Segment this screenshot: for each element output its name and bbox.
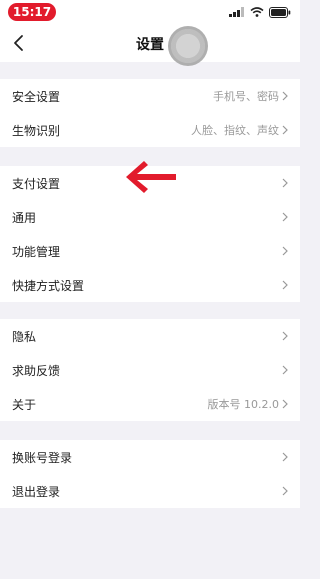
- signal-icon: [229, 7, 244, 17]
- logout-row[interactable]: 退出登录: [0, 474, 300, 508]
- privacy-row[interactable]: 隐私: [0, 319, 300, 353]
- switch-account-row[interactable]: 换账号登录: [0, 440, 300, 474]
- row-label: 退出登录: [12, 484, 61, 499]
- row-label: 隐私: [12, 329, 37, 344]
- chevron-right-icon: [282, 486, 288, 496]
- chevron-right-icon: [282, 125, 288, 135]
- status-icons: [229, 5, 291, 19]
- wifi-icon: [250, 7, 264, 17]
- chevron-right-icon: [282, 399, 288, 409]
- chevron-right-icon: [282, 452, 288, 462]
- touch-indicator: [168, 26, 208, 66]
- row-label: 通用: [12, 210, 37, 225]
- settings-section-about: 隐私 求助反馈 关于 版本号 10.2.0: [0, 319, 300, 421]
- row-label: 功能管理: [12, 244, 61, 259]
- general-row[interactable]: 通用: [0, 200, 300, 234]
- feature-management-row[interactable]: 功能管理: [0, 234, 300, 268]
- row-label: 求助反馈: [12, 363, 61, 378]
- bottom-blank-area: [0, 512, 300, 579]
- nav-bar: 设置: [0, 24, 300, 66]
- settings-section-account: 安全设置 手机号、密码 生物识别 人脸、指纹、声纹: [0, 79, 300, 147]
- row-label: 快捷方式设置: [12, 278, 85, 293]
- security-settings-row[interactable]: 安全设置 手机号、密码: [0, 79, 300, 113]
- battery-icon: [269, 6, 291, 18]
- red-arrow-icon: [126, 161, 176, 193]
- chevron-right-icon: [282, 331, 288, 341]
- chevron-right-icon: [282, 246, 288, 256]
- row-value: 手机号、密码: [213, 90, 279, 103]
- chevron-right-icon: [282, 365, 288, 375]
- row-value: 版本号 10.2.0: [207, 398, 279, 411]
- chevron-right-icon: [282, 178, 288, 188]
- help-feedback-row[interactable]: 求助反馈: [0, 353, 300, 387]
- chevron-right-icon: [282, 212, 288, 222]
- status-time: 15:17: [8, 3, 56, 21]
- row-label: 生物识别: [12, 123, 61, 138]
- biometrics-row[interactable]: 生物识别 人脸、指纹、声纹: [0, 113, 300, 147]
- row-value: 人脸、指纹、声纹: [191, 124, 279, 137]
- row-label: 安全设置: [12, 89, 61, 104]
- row-label: 换账号登录: [12, 450, 73, 465]
- chevron-right-icon: [282, 91, 288, 101]
- about-row[interactable]: 关于 版本号 10.2.0: [0, 387, 300, 421]
- page-title: 设置: [136, 37, 164, 53]
- chevron-right-icon: [282, 280, 288, 290]
- row-label: 关于: [12, 397, 37, 412]
- status-bar: 15:17: [0, 0, 300, 24]
- shortcut-settings-row[interactable]: 快捷方式设置: [0, 268, 300, 302]
- settings-section-login: 换账号登录 退出登录: [0, 440, 300, 508]
